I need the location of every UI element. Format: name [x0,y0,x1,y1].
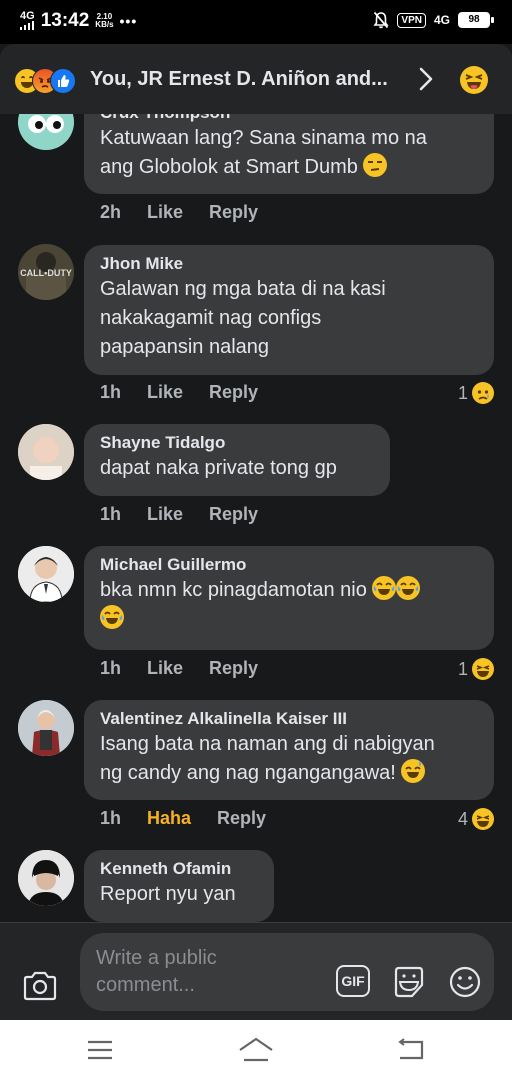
avatar[interactable] [18,700,74,756]
camera-icon[interactable] [22,971,58,1001]
gif-button[interactable]: GIF [336,965,370,997]
vpn-badge: VPN [397,12,426,28]
signal-icon [20,20,34,30]
comment-bubble[interactable]: Crux Thompson Katuwaan lang? Sana sinama… [84,114,494,194]
comment-actions: 1h Haha Reply [100,808,292,829]
reaction-count-value: 4 [457,808,468,829]
comment-actions: 1h Like Reply [100,382,284,403]
reactions-header[interactable]: You, JR Ernest D. Aniñon and... [0,44,512,114]
chevron-right-icon[interactable] [414,64,438,94]
haha-icon [472,808,494,830]
reaction-count-value: 1 [457,382,468,403]
reply-button[interactable]: Reply [209,382,258,403]
avatar[interactable] [18,546,74,602]
comment-actions: 1h Like Reply [100,504,284,525]
commenter-name[interactable]: Kenneth Ofamin [100,858,258,880]
comment-bubble[interactable]: Valentinez Alkalinella Kaiser III Isang … [84,700,494,800]
comment-text-line [100,605,478,634]
comment-time: 1h [100,504,122,524]
unamused-emoji-icon [363,153,388,177]
comment-text-line: Katuwaan lang? Sana sinama mo na [100,127,427,149]
clock: 13:42 [40,10,90,31]
home-icon[interactable] [238,1036,274,1064]
avatar[interactable] [18,114,74,150]
reply-button[interactable]: Reply [209,658,258,679]
network-right-label: 4G [433,13,450,27]
comment-actions: 1h Like Reply [100,658,284,679]
comment-text-line: papapansin nalang [100,336,270,358]
like-icon [50,68,76,94]
commenter-name[interactable]: Shayne Tidalgo [100,432,374,454]
network-label: 4G [20,9,35,22]
comment-text-line: ng candy ang nag ngangangawa! [100,759,478,788]
avatar[interactable]: CALL•DUTY [18,244,74,300]
comment-input[interactable]: Write a public comment... GIF [80,933,494,1011]
comment-placeholder: Write a public comment... [96,947,217,996]
reaction-summary[interactable] [14,68,86,94]
comment-text-line: bka nmn kc pinagdamotan nio [100,576,478,605]
comment-bubble[interactable]: Kenneth Ofamin Report nyu yan [84,850,274,922]
commenter-name[interactable]: Michael Guillermo [100,554,478,576]
like-button[interactable]: Like [147,504,183,525]
avatar-badge-text: CALL•DUTY [20,268,72,278]
avatar[interactable] [18,850,74,906]
comment-composer: Write a public comment... GIF [0,922,512,1021]
like-button[interactable]: Like [147,658,183,679]
reaction-count-value: 1 [457,658,468,679]
sticker-icon[interactable] [392,965,426,999]
commenter-name[interactable]: Crux Thompson [100,114,478,124]
reaction-count[interactable]: 1 [458,658,494,680]
comment-bubble[interactable]: Michael Guillermo bka nmn kc pinagdamota… [84,546,494,650]
network-indicator: 4G [20,9,35,32]
comment-text-line: ang Globolok at Smart Dumb [100,153,478,182]
reply-button[interactable]: Reply [209,202,258,223]
comment-text-line: Galawan ng mga bata di na kasi [100,278,386,300]
comment-text-line: dapat naka private tong gp [100,457,337,479]
emoji-icon[interactable] [448,965,482,999]
network-speed: 2.10 KB/s [95,13,113,29]
avatar[interactable] [18,424,74,480]
status-bar: 4G 13:42 2.10 KB/s ••• VPN 4G 98 [0,0,512,44]
battery-indicator: 98 [458,12,494,28]
menu-icon[interactable] [86,1038,114,1062]
more-notifications: ••• [119,13,138,29]
comments-list[interactable]: Crux Thompson Katuwaan lang? Sana sinama… [0,114,512,922]
comment-text-line: Isang bata na naman ang di nabigyan [100,733,435,755]
speed-unit: KB/s [95,20,114,29]
mute-bell-icon [373,11,390,29]
comment-text-line: nakakagamit nag configs [100,307,322,329]
like-button[interactable]: Like [147,382,183,403]
comment-actions: 2h Like Reply [100,202,284,223]
sad-emoji-icon [472,382,494,404]
commenter-name[interactable]: Jhon Mike [100,253,478,275]
system-navigation-bar [0,1020,512,1080]
laughing-emoji-icon[interactable] [460,66,488,94]
conversation-title[interactable]: You, JR Ernest D. Aniñon and... [90,68,410,91]
tears-of-joy-emoji-icon [396,576,421,600]
reaction-count[interactable]: 4 [458,808,494,830]
comment-bubble[interactable]: Shayne Tidalgo dapat naka private tong g… [84,424,390,496]
comment-time: 1h [100,382,122,402]
reply-button[interactable]: Reply [209,504,258,525]
comment-text-line: Report nyu yan [100,883,236,905]
sweat-smile-emoji-icon [401,759,426,783]
back-icon[interactable] [396,1038,426,1062]
comment-time: 1h [100,658,122,678]
haha-icon [472,658,494,680]
comment-time: 1h [100,808,122,828]
reply-button[interactable]: Reply [217,808,266,829]
comment-time: 2h [100,202,122,222]
comment-bubble[interactable]: Jhon Mike Galawan ng mga bata di na kasi… [84,245,494,375]
tears-of-joy-emoji-icon [372,576,397,600]
reaction-count[interactable]: 1 [458,382,494,404]
tears-of-joy-emoji-icon [100,605,124,629]
haha-reaction-button[interactable]: Haha [147,808,191,829]
commenter-name[interactable]: Valentinez Alkalinella Kaiser III [100,708,478,730]
like-button[interactable]: Like [147,202,183,223]
